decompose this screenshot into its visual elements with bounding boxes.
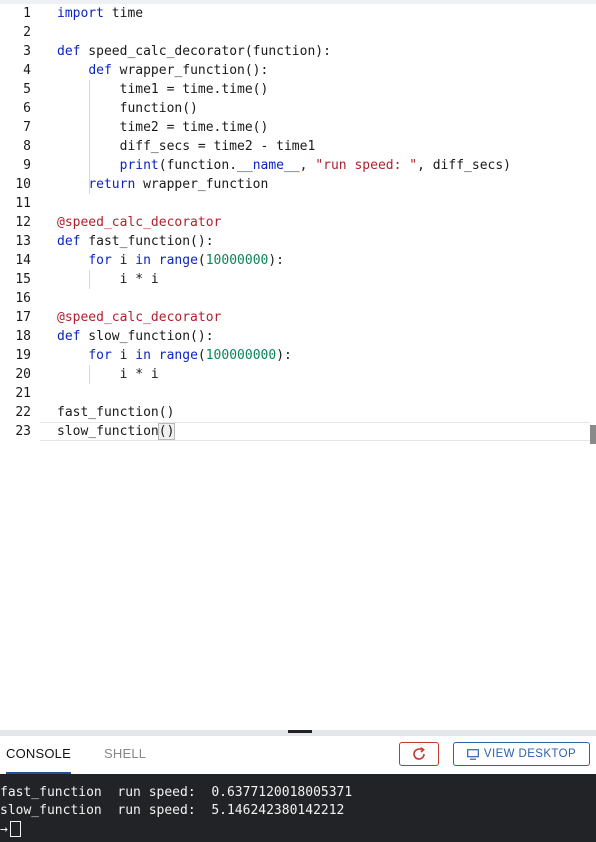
code-line[interactable]: 3 def speed_calc_decorator(function): xyxy=(0,42,590,61)
code-line[interactable]: 18 def slow_function(): xyxy=(0,327,590,346)
code-text[interactable]: import time xyxy=(57,4,143,23)
console-output[interactable]: fast_function run speed: 0.6377120018005… xyxy=(0,774,596,842)
line-number: 15 xyxy=(15,272,31,287)
line-number: 1 xyxy=(23,6,31,21)
line-number: 17 xyxy=(15,310,31,325)
code-text[interactable]: def wrapper_function(): xyxy=(57,61,268,80)
code-text[interactable]: slow_function() xyxy=(57,422,176,441)
scrollbar-marker[interactable] xyxy=(590,425,596,444)
code-line[interactable]: 12 @speed_calc_decorator xyxy=(0,213,590,232)
console-line: slow_function run speed: 5.1462423801422… xyxy=(0,803,345,818)
code-line[interactable]: 19 for i in range(100000000): xyxy=(0,346,590,365)
code-text[interactable]: fast_function() xyxy=(57,403,174,422)
indent-guide xyxy=(89,270,90,289)
line-number: 22 xyxy=(15,405,31,420)
code-text[interactable]: i * i xyxy=(57,270,159,289)
line-number: 19 xyxy=(15,348,31,363)
code-line[interactable]: 22 fast_function() xyxy=(0,403,590,422)
console-line: fast_function run speed: 0.6377120018005… xyxy=(0,785,353,800)
console-prompt[interactable]: → xyxy=(0,820,596,838)
prompt-arrow: → xyxy=(0,821,8,837)
line-number: 9 xyxy=(23,158,31,173)
code-line[interactable]: 21 xyxy=(0,384,590,403)
line-number: 16 xyxy=(15,291,31,306)
line-number: 13 xyxy=(15,234,31,249)
line-number: 7 xyxy=(23,120,31,135)
code-line[interactable]: 1 import time xyxy=(0,4,590,23)
line-number: 18 xyxy=(15,329,31,344)
line-number: 11 xyxy=(15,196,31,211)
line-number: 3 xyxy=(23,44,31,59)
line-number: 4 xyxy=(23,63,31,78)
line-number: 5 xyxy=(23,82,31,97)
line-number: 20 xyxy=(15,367,31,382)
code-text[interactable]: for i in range(100000000): xyxy=(57,346,292,365)
resize-grip[interactable] xyxy=(288,730,312,733)
text-cursor xyxy=(9,821,21,837)
view-desktop-label: VIEW DESKTOP xyxy=(483,748,577,760)
line-number: 8 xyxy=(23,139,31,154)
refresh-button[interactable] xyxy=(399,742,439,766)
code-text[interactable]: i * i xyxy=(57,365,159,384)
indent-guide xyxy=(89,80,90,194)
code-line[interactable]: 14 for i in range(10000000): xyxy=(0,251,590,270)
code-line[interactable]: 4 def wrapper_function(): xyxy=(0,61,590,80)
tab-console[interactable]: CONSOLE xyxy=(6,736,71,774)
line-number: 6 xyxy=(23,101,31,116)
code-text[interactable]: def speed_calc_decorator(function): xyxy=(57,42,331,61)
monitor-icon xyxy=(467,748,479,760)
code-line[interactable]: 13 def fast_function(): xyxy=(0,232,590,251)
line-number: 10 xyxy=(15,177,31,192)
line-number: 2 xyxy=(23,25,31,40)
code-line[interactable]: 2 xyxy=(0,23,590,42)
code-text[interactable]: for i in range(10000000): xyxy=(57,251,284,270)
tab-shell[interactable]: SHELL xyxy=(104,736,146,772)
view-desktop-button[interactable]: VIEW DESKTOP xyxy=(453,742,590,766)
code-text[interactable]: @speed_calc_decorator xyxy=(57,308,221,327)
refresh-icon xyxy=(413,747,425,760)
code-text[interactable]: function() xyxy=(57,99,198,118)
code-text[interactable]: @speed_calc_decorator xyxy=(57,213,221,232)
code-text[interactable]: def slow_function(): xyxy=(57,327,214,346)
code-line[interactable]: 16 xyxy=(0,289,590,308)
line-number: 14 xyxy=(15,253,31,268)
code-text[interactable]: print(function.__name__, "run speed: ", … xyxy=(57,156,511,175)
line-number: 12 xyxy=(15,215,31,230)
code-line[interactable]: 11 xyxy=(0,194,590,213)
console-tab-bar: CONSOLE SHELL VIEW DESKTOP xyxy=(0,736,596,774)
code-line[interactable]: 23 slow_function() xyxy=(0,422,590,441)
indent-guide xyxy=(89,365,90,384)
line-number: 23 xyxy=(15,424,31,439)
line-number: 21 xyxy=(15,386,31,401)
code-text[interactable]: diff_secs = time2 - time1 xyxy=(57,137,316,156)
code-text[interactable]: def fast_function(): xyxy=(57,232,214,251)
code-line[interactable]: 17 @speed_calc_decorator xyxy=(0,308,590,327)
code-editor[interactable]: 1 import time 2 3 def speed_calc_decorator(f… xyxy=(0,4,596,730)
